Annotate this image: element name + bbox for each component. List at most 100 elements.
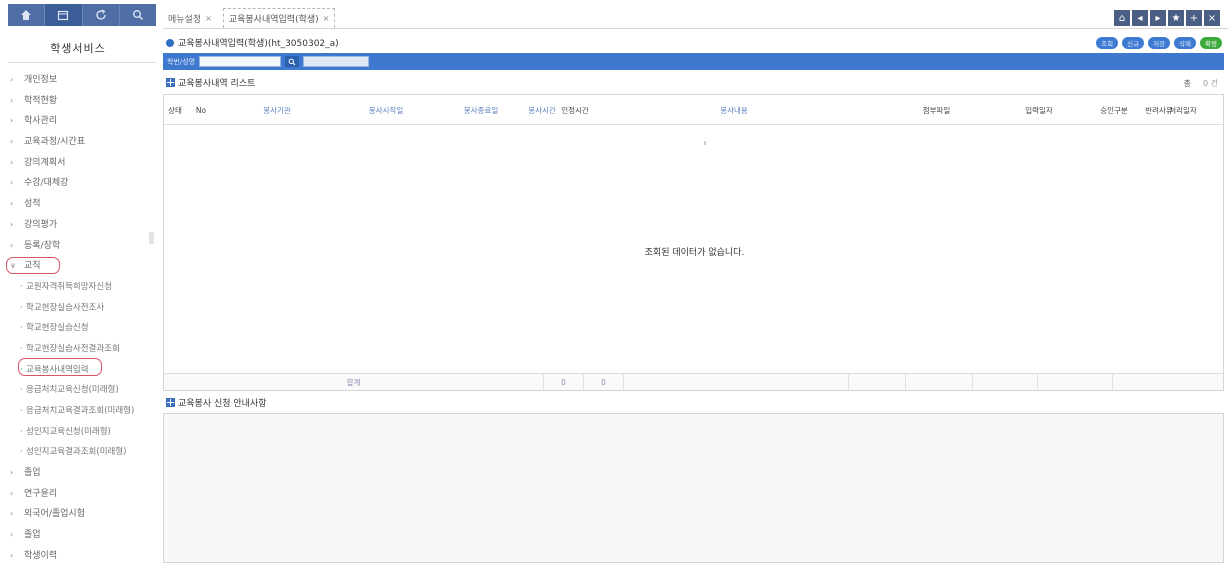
sidebar-menu-item[interactable]: › 학생이력 [0,546,156,567]
col-recognized-hours[interactable]: 인정 시간 [556,95,594,125]
footer-label: 합계 [164,374,544,390]
chevron-right-icon: › [10,468,14,478]
sidebar-menu-item[interactable]: › 수강/대체강 [0,173,156,194]
calendar-icon[interactable] [45,4,83,26]
menu-label: 강의계획서 [24,157,66,168]
menu-label: 외국어/졸업시험 [24,509,85,520]
plus-icon[interactable]: + [1186,10,1202,26]
col-status[interactable]: 상태 [164,95,186,125]
chevron-right-icon: › [10,509,14,519]
back-icon[interactable]: ◂ [1132,10,1148,26]
sidebar-menu-item[interactable]: › 학사관리 [0,111,156,132]
sidebar-menu: › 개인정보 › 학적현황 › 학사관리 › 교육과정/시간표 › 강의계획서 › 수강/대체강 › 성적… [0,70,156,567]
sidebar: 학생서비스 › 개인정보 › 학적현황 › 학사관리 › 교육과정/시간표 › 강의계획서 › 수강/… [0,0,156,563]
home-icon[interactable] [8,4,46,26]
sidebar-submenu-item[interactable]: · 학교현장실습사전조사 [0,298,156,319]
close-icon[interactable]: × [1204,10,1220,26]
sidebar-title: 학생서비스 [50,42,106,55]
sidebar-menu-item[interactable]: › 강의평가 [0,215,156,236]
menu-label: 학적현황 [24,95,58,106]
chevron-right-icon: › [10,530,14,540]
chevron-right-icon: › [10,199,14,209]
sidebar-menu-item[interactable]: › 등록/장학 [0,236,156,257]
col-reject-reason[interactable]: 반려사유 [1094,95,1224,125]
menu-label: 성적 [24,199,41,210]
chevron-right-icon: › [10,137,14,147]
search-button[interactable] [285,56,300,67]
footer-cell [849,374,906,390]
footer-cell [973,374,1038,390]
chevron-right-icon: › [10,116,14,126]
search-input[interactable] [199,56,282,67]
menu-label: 성인지교육결과조회(미래형) [26,447,127,458]
bullet-icon: · [20,302,23,313]
total-count: 총 0 건 [1184,78,1218,89]
footer-cell [1038,374,1113,390]
col-input-date[interactable]: 입력일자 [999,95,1079,125]
new-button[interactable]: 신규 [1122,37,1145,49]
sidebar-submenu-item[interactable]: · 응급처치교육결과조회(미래형) [0,401,156,422]
tab-item[interactable]: 메뉴설정 × [163,9,217,28]
sidebar-menu-item[interactable]: › 학적현황 [0,91,156,112]
save-button[interactable]: 저장 [1148,37,1171,49]
menu-label: 강의평가 [24,219,58,230]
col-start-date[interactable]: 봉사 시작일 [338,95,434,125]
sidebar-menu-item[interactable]: › 연구윤리 [0,484,156,505]
search-icon[interactable] [120,4,156,26]
col-end-date[interactable]: 봉사 종료일 [434,95,528,125]
sidebar-menu-item[interactable]: › 개인정보 [0,70,156,91]
tab-item[interactable]: 교육봉사내역입력(학생) × [222,8,336,28]
chevron-right-icon: › [10,157,14,167]
sidebar-menu-item[interactable]: › 성적 [0,194,156,215]
sidebar-submenu-item[interactable]: · 학교현장실습신청 [0,318,156,339]
col-no[interactable]: No [186,95,216,125]
sidebar-menu-item[interactable]: › 졸업 [0,463,156,484]
menu-label: 학생이력 [24,550,58,561]
confirm-button[interactable]: 확정 [1200,37,1222,49]
search-bar: 학번/성명 [163,53,1224,70]
name-display-field[interactable] [303,56,370,67]
tab-bar: 메뉴설정 × 교육봉사내역입력(학생) × [163,8,336,28]
list-title: 교육봉사내역 리스트 [178,79,256,89]
search-button[interactable]: 조회 [1096,37,1119,49]
sidebar-submenu-item[interactable]: · 성인지교육결과조회(미래형) [0,442,156,463]
chevron-right-icon: › [10,95,14,105]
refresh-icon[interactable] [83,4,120,26]
sidebar-submenu-item[interactable]: · 성인지교육신청(미래형) [0,422,156,443]
menu-label: 졸업 [24,468,41,479]
bullet-icon: · [20,426,23,437]
sidebar-submenu-item[interactable]: · 학교현장실습사전결과조회 [0,339,156,360]
highlight-marker [18,358,102,376]
list-header: 교육봉사내역 리스트 [166,76,255,89]
sidebar-menu-item[interactable]: › 외국어/졸업시험 [0,504,156,525]
forward-icon[interactable]: ▸ [1150,10,1166,26]
col-service-org[interactable]: 봉사기관 [216,95,338,125]
star-icon[interactable]: ★ [1168,10,1184,26]
sidebar-submenu-item[interactable]: · 응급처치교육신청(미래형) [0,380,156,401]
footer-sum-recognized-hours: 0 [584,374,624,390]
col-attachment[interactable]: 첨부파일 [874,95,999,125]
menu-label: 졸업 [24,530,41,541]
sidebar-submenu-item[interactable]: · 교원자격취득희망자신청 [0,277,156,298]
bullet-icon: · [20,281,23,292]
divider [163,28,1228,29]
delete-button[interactable]: 삭제 [1174,37,1197,49]
close-icon[interactable]: × [323,14,330,23]
col-service-content[interactable]: 봉사내용 [594,95,874,125]
search-icon [288,58,296,65]
sidebar-menu-item[interactable]: › 강의계획서 [0,153,156,174]
chevron-right-icon: › [10,550,14,560]
sidebar-scroll-handle[interactable] [149,232,154,244]
menu-label: 교원자격취득희망자신청 [26,281,113,292]
sidebar-menu-item[interactable]: › 졸업 [0,525,156,546]
sidebar-menu-item[interactable]: › 교육과정/시간표 [0,132,156,153]
home-icon[interactable]: ⌂ [1114,10,1130,26]
notice-header: 교육봉사 신청 안내사항 [166,396,267,409]
sidebar-tab-bar [8,4,156,26]
col-service-hours[interactable]: 봉사 시간 [528,95,556,125]
chevron-right-icon: › [10,178,14,188]
menu-label: 개인정보 [24,75,58,85]
close-icon[interactable]: × [205,14,212,23]
grid-footer: 합계 0 0 [164,373,1223,390]
notice-content-box [163,413,1224,563]
